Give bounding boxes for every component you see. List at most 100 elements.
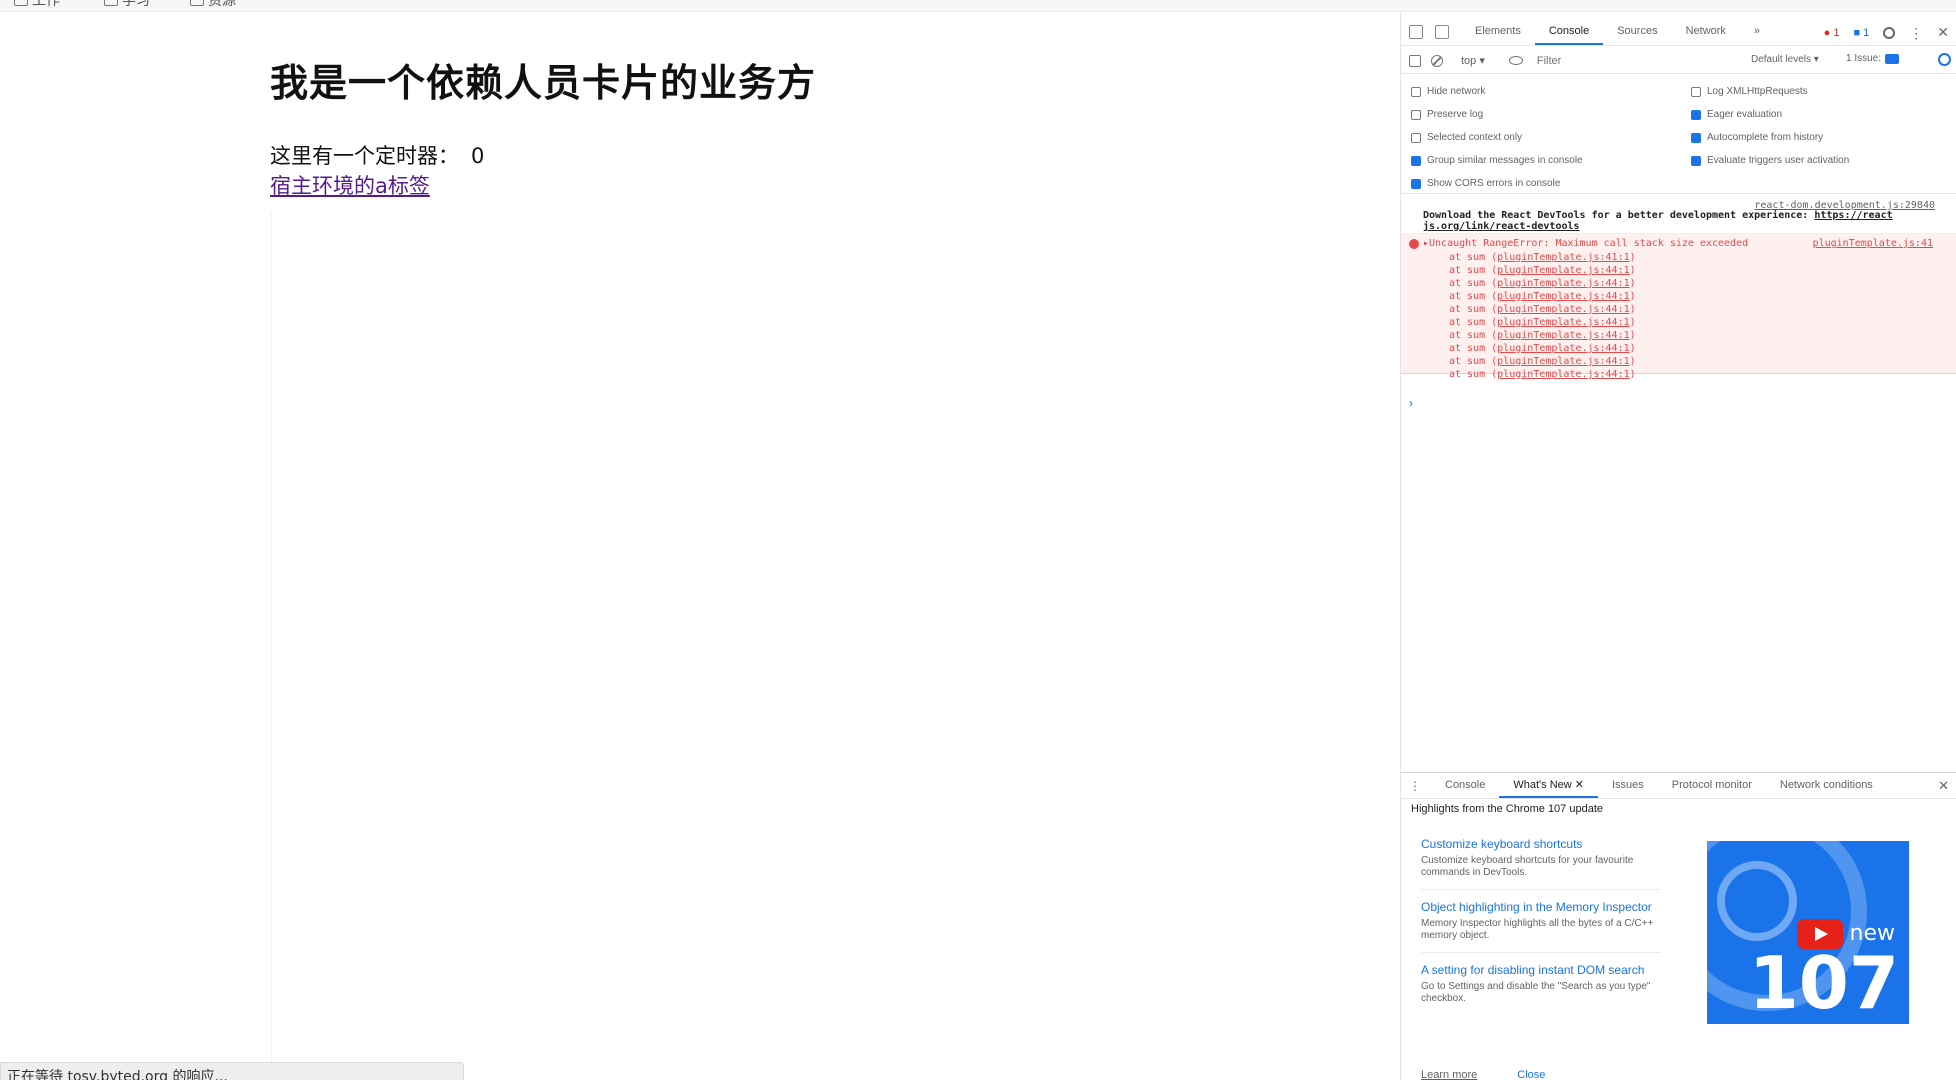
console-settings-icon[interactable] (1938, 53, 1951, 66)
whats-new-item-desc: Memory Inspector highlights all the byte… (1421, 918, 1654, 941)
whats-new-item-title[interactable]: Customize keyboard shortcuts (1421, 833, 1661, 855)
drawer-tab-console[interactable]: Console (1431, 773, 1499, 798)
clear-console-icon[interactable] (1431, 54, 1443, 67)
stack-frame-link[interactable]: pluginTemplate.js:44:1 (1497, 278, 1629, 289)
setting-label: Group similar messages in console (1427, 155, 1583, 166)
stack-frame-link[interactable]: pluginTemplate.js:44:1 (1497, 356, 1629, 367)
drawer-tab-protocol-monitor[interactable]: Protocol monitor (1658, 773, 1766, 798)
error-source-link[interactable]: pluginTemplate.js:41 (1813, 238, 1933, 249)
setting-label: Log XMLHttpRequests (1707, 86, 1808, 97)
inspect-icon[interactable] (1409, 24, 1423, 39)
setting-label: Selected context only (1427, 132, 1523, 143)
checkbox-checked-icon[interactable] (1691, 132, 1701, 143)
stack-frame-link[interactable]: pluginTemplate.js:44:1 (1497, 330, 1629, 341)
checkbox-checked-icon[interactable] (1411, 155, 1421, 166)
setting-evaluate-triggers[interactable]: Evaluate triggers user activation (1691, 155, 1849, 166)
learn-more-link[interactable]: Learn more (1421, 1069, 1477, 1080)
devtools-drawer: ⋮ Console What's New ✕ Issues Protocol m… (1401, 772, 1956, 1080)
divider (1421, 952, 1661, 953)
stack-frame-link[interactable]: pluginTemplate.js:41:1 (1497, 252, 1629, 263)
info-text-body: Download the React DevTools for a better… (1423, 210, 1815, 221)
stack-frame-link[interactable]: pluginTemplate.js:44:1 (1497, 369, 1629, 380)
console-prompt[interactable]: › (1409, 396, 1413, 410)
console-messages: react-dom.development.js:29840 Download … (1401, 196, 1956, 380)
close-icon[interactable]: ✕ (1937, 24, 1949, 41)
divider (1421, 889, 1661, 890)
info-text: Download the React DevTools for a better… (1423, 210, 1937, 221)
drawer-menu-icon[interactable]: ⋮ (1409, 779, 1421, 793)
close-button[interactable]: Close (1517, 1069, 1545, 1080)
drawer-tab-issues[interactable]: Issues (1598, 773, 1658, 798)
stack-frame: at sum (pluginTemplate.js:44:1) (1449, 356, 1636, 367)
tab-elements[interactable]: Elements (1461, 18, 1535, 45)
tab-sources[interactable]: Sources (1603, 18, 1671, 45)
stack-frame-link[interactable]: pluginTemplate.js:44:1 (1497, 317, 1629, 328)
page-content: 我是一个依赖人员卡片的业务方 这里有一个定时器： 0 宿主环境的a标签 (0, 12, 1400, 1080)
more-tabs-button[interactable]: » (1740, 18, 1774, 45)
host-link[interactable]: 宿主环境的a标签 (270, 170, 430, 200)
checkbox-checked-icon[interactable] (1691, 155, 1701, 166)
whats-new-item: Object highlighting in the Memory Inspec… (1421, 896, 1661, 942)
whats-new-item-title[interactable]: Object highlighting in the Memory Inspec… (1421, 896, 1661, 918)
console-error-message[interactable]: pluginTemplate.js:41 ▸Uncaught RangeErro… (1401, 234, 1956, 380)
drawer-tab-whats-new[interactable]: What's New ✕ (1499, 773, 1598, 798)
stack-frame: at sum (pluginTemplate.js:44:1) (1449, 291, 1636, 302)
checkbox-icon[interactable] (1411, 86, 1421, 97)
setting-log-xhr[interactable]: Log XMLHttpRequests (1691, 86, 1808, 97)
bookmark-item[interactable]: 工作 (14, 0, 60, 9)
stack-frame-link[interactable]: pluginTemplate.js:44:1 (1497, 343, 1629, 354)
bookmarks-bar: 工作 学习 资源 (0, 0, 1956, 12)
close-icon[interactable]: ✕ (1938, 778, 1949, 794)
stack-frame: at sum (pluginTemplate.js:44:1) (1449, 265, 1636, 276)
devtools-link-continued[interactable]: js.org/link/react-devtools (1423, 221, 1937, 232)
stack-frame-link[interactable]: pluginTemplate.js:44:1 (1497, 265, 1629, 276)
setting-label: Eager evaluation (1707, 109, 1783, 120)
chrome-107-video-thumbnail[interactable]: new 107 (1707, 841, 1909, 1024)
checkbox-checked-icon[interactable] (1691, 109, 1701, 120)
stack-frame-link[interactable]: pluginTemplate.js:44:1 (1497, 304, 1629, 315)
console-settings-pane: Hide network Preserve log Selected conte… (1401, 76, 1956, 194)
checkbox-icon[interactable] (1411, 109, 1421, 120)
whats-new-item: Customize keyboard shortcuts Customize k… (1421, 833, 1661, 879)
whats-new-item-title[interactable]: A setting for disabling instant DOM sear… (1421, 959, 1661, 981)
setting-show-cors[interactable]: Show CORS errors in console (1411, 178, 1560, 189)
bookmark-label: 工作 (32, 0, 60, 9)
message-count-badge[interactable]: ■ 1 (1853, 27, 1869, 39)
context-selector[interactable]: top ▾ (1453, 54, 1493, 67)
issues-badge[interactable]: 1 Issue: (1846, 53, 1900, 64)
setting-hide-network[interactable]: Hide network (1411, 86, 1485, 97)
bookmark-item[interactable]: 资源 (190, 0, 236, 9)
setting-group-similar[interactable]: Group similar messages in console (1411, 155, 1583, 166)
kebab-menu-icon[interactable]: ⋮ (1909, 26, 1923, 40)
error-count: 1 (1833, 26, 1840, 39)
message-source-link[interactable]: react-dom.development.js:29840 (1754, 200, 1935, 211)
close-icon[interactable]: ✕ (1575, 779, 1584, 791)
error-count-badge[interactable]: ● 1 (1824, 27, 1840, 39)
bookmark-label: 资源 (208, 0, 236, 9)
log-levels-dropdown[interactable]: Default levels ▾ (1751, 54, 1819, 65)
stack-frame-link[interactable]: pluginTemplate.js:44:1 (1497, 291, 1629, 302)
filter-input[interactable] (1532, 51, 1723, 70)
devtools-link[interactable]: https://react (1814, 210, 1892, 221)
sidebar-toggle-icon[interactable] (1409, 54, 1421, 67)
stack-frame: at sum (pluginTemplate.js:41:1) (1449, 252, 1636, 263)
checkbox-icon[interactable] (1691, 86, 1701, 97)
whats-new-item: A setting for disabling instant DOM sear… (1421, 959, 1661, 1005)
device-toggle-icon[interactable] (1435, 24, 1449, 39)
setting-selected-context[interactable]: Selected context only (1411, 132, 1522, 143)
gear-icon[interactable] (1883, 26, 1896, 39)
tab-network[interactable]: Network (1672, 18, 1740, 45)
checkbox-icon[interactable] (1411, 132, 1421, 143)
content-divider (271, 212, 272, 1072)
setting-label: Hide network (1427, 86, 1486, 97)
stack-frame: at sum (pluginTemplate.js:44:1) (1449, 278, 1636, 289)
status-bar: 正在等待 tosv.byted.org 的响应... (0, 1062, 464, 1080)
checkbox-checked-icon[interactable] (1411, 178, 1421, 189)
eye-icon[interactable] (1508, 56, 1523, 65)
bookmark-item[interactable]: 学习 (104, 0, 150, 9)
drawer-tab-network-conditions[interactable]: Network conditions (1766, 773, 1887, 798)
setting-eager-eval[interactable]: Eager evaluation (1691, 109, 1782, 120)
setting-preserve-log[interactable]: Preserve log (1411, 109, 1483, 120)
setting-autocomplete[interactable]: Autocomplete from history (1691, 132, 1823, 143)
tab-console[interactable]: Console (1534, 18, 1604, 45)
